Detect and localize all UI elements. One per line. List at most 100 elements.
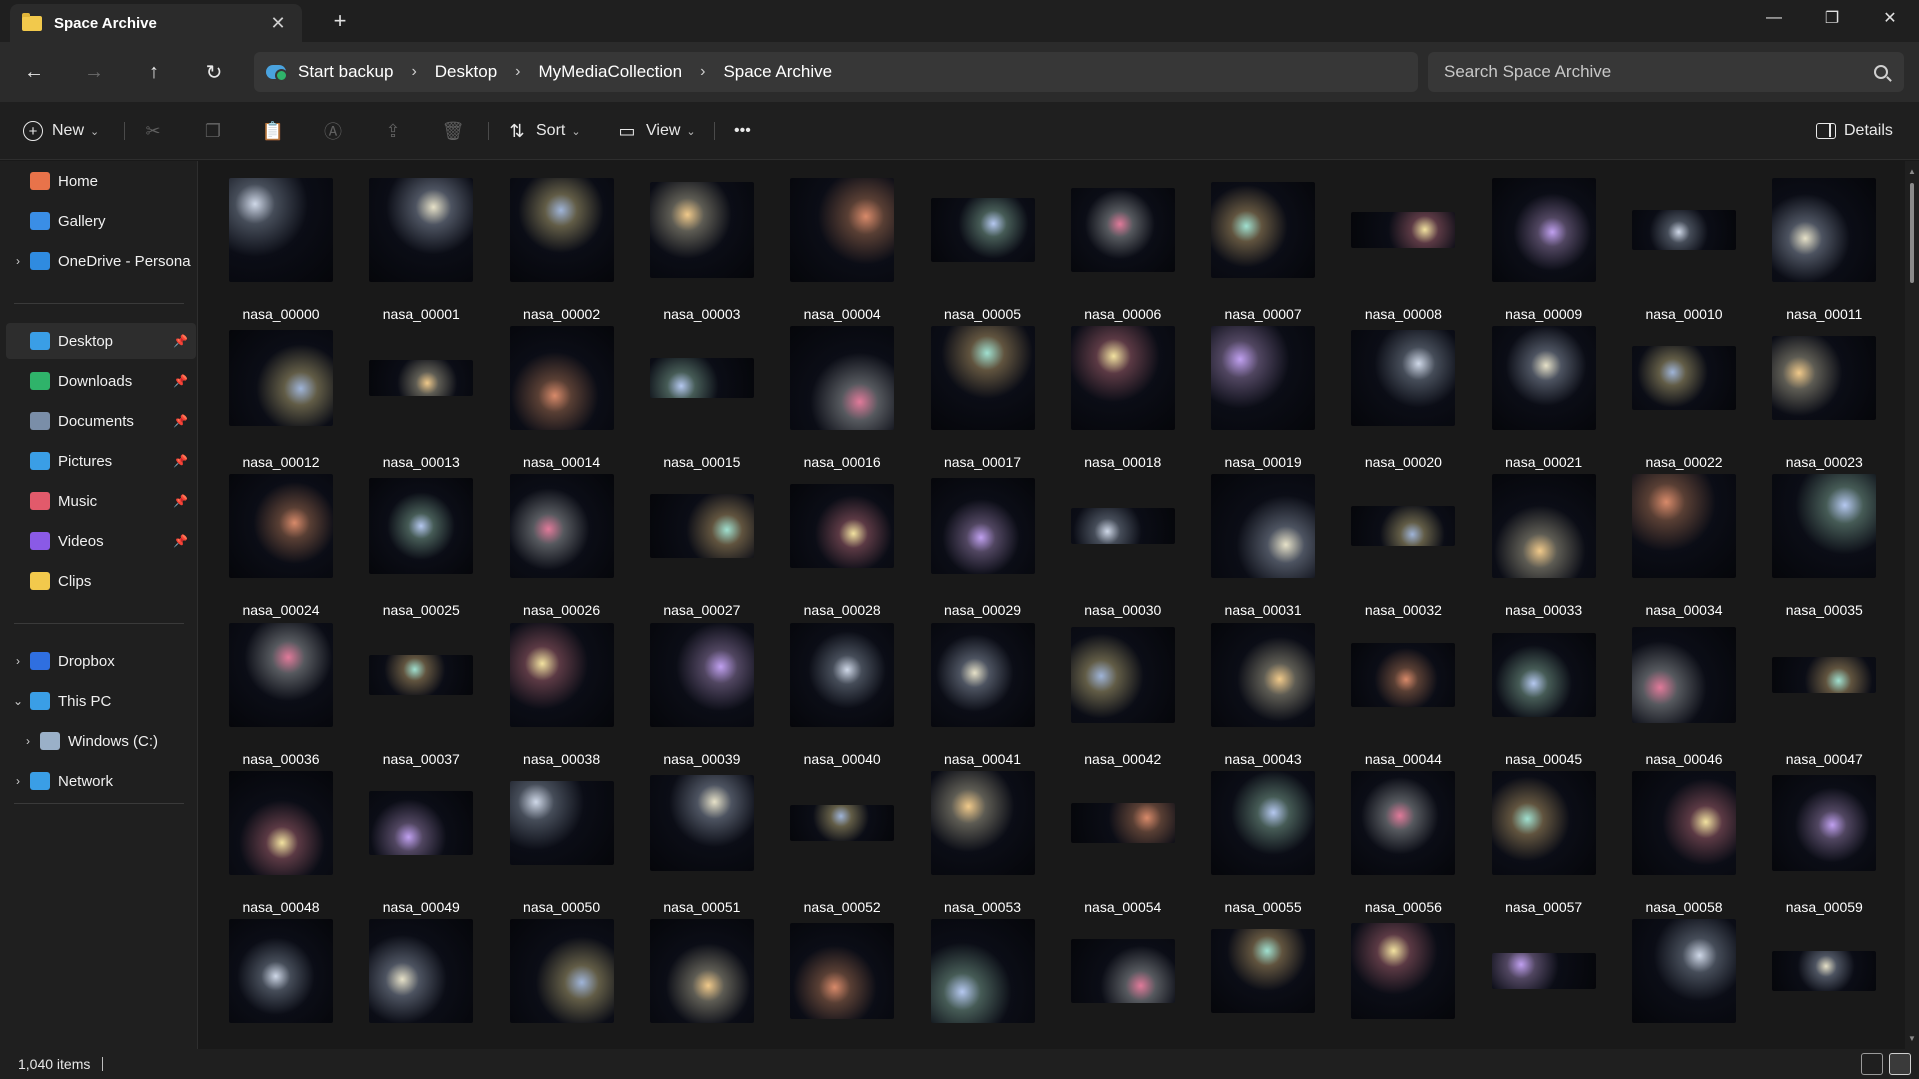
- delete-button[interactable]: 🗑: [442, 115, 472, 147]
- file-item[interactable]: nasa_00002: [492, 175, 632, 323]
- maximize-button[interactable]: ❐: [1803, 0, 1861, 36]
- breadcrumb-separator[interactable]: ›: [690, 63, 715, 81]
- file-item[interactable]: nasa_00071: [1754, 916, 1894, 1049]
- chevron-down-icon[interactable]: ⌄: [6, 694, 30, 708]
- file-item[interactable]: nasa_00059: [1754, 768, 1894, 916]
- sidebar-item-documents[interactable]: Documents 📌: [6, 403, 196, 439]
- back-button[interactable]: ←: [16, 56, 52, 88]
- chevron-right-icon[interactable]: ›: [6, 774, 30, 788]
- address-bar[interactable]: Start backup › Desktop › MyMediaCollecti…: [254, 52, 1418, 92]
- file-item[interactable]: nasa_00016: [772, 323, 912, 471]
- sidebar-item-gallery[interactable]: Gallery: [6, 203, 196, 239]
- file-item[interactable]: nasa_00056: [1333, 768, 1473, 916]
- file-item[interactable]: nasa_00008: [1333, 175, 1473, 323]
- file-item[interactable]: nasa_00042: [1053, 620, 1193, 768]
- file-item[interactable]: nasa_00019: [1193, 323, 1333, 471]
- file-item[interactable]: nasa_00062: [492, 916, 632, 1049]
- file-item[interactable]: nasa_00025: [351, 471, 491, 619]
- chevron-right-icon[interactable]: ›: [6, 254, 30, 268]
- large-icons-view-icon[interactable]: [1889, 1053, 1911, 1075]
- file-item[interactable]: nasa_00029: [913, 471, 1053, 619]
- pin-icon[interactable]: 📌: [173, 454, 188, 468]
- sidebar-item-windows-c[interactable]: › Windows (C:): [16, 723, 206, 759]
- new-tab-button[interactable]: +: [325, 8, 355, 34]
- scroll-up-icon[interactable]: ▲: [1907, 167, 1917, 176]
- file-item[interactable]: nasa_00014: [492, 323, 632, 471]
- file-item[interactable]: nasa_00051: [632, 768, 772, 916]
- file-item[interactable]: nasa_00004: [772, 175, 912, 323]
- file-item[interactable]: nasa_00007: [1193, 175, 1333, 323]
- file-item[interactable]: nasa_00035: [1754, 471, 1894, 619]
- file-item[interactable]: nasa_00070: [1614, 916, 1754, 1049]
- file-item[interactable]: nasa_00067: [1193, 916, 1333, 1049]
- file-item[interactable]: nasa_00044: [1333, 620, 1473, 768]
- file-item[interactable]: nasa_00061: [351, 916, 491, 1049]
- more-options-button[interactable]: •••: [734, 115, 751, 147]
- cut-button[interactable]: ✂: [142, 115, 172, 147]
- file-item[interactable]: nasa_00022: [1614, 323, 1754, 471]
- file-item[interactable]: nasa_00026: [492, 471, 632, 619]
- sidebar-item-network[interactable]: › Network: [6, 763, 196, 799]
- file-item[interactable]: nasa_00039: [632, 620, 772, 768]
- file-item[interactable]: nasa_00032: [1333, 471, 1473, 619]
- scroll-down-icon[interactable]: ▼: [1907, 1034, 1917, 1043]
- search-box[interactable]: Search Space Archive: [1428, 52, 1904, 92]
- file-item[interactable]: nasa_00057: [1474, 768, 1614, 916]
- file-item[interactable]: nasa_00052: [772, 768, 912, 916]
- pin-icon[interactable]: 📌: [173, 374, 188, 388]
- close-window-button[interactable]: ✕: [1861, 0, 1919, 36]
- file-item[interactable]: nasa_00001: [351, 175, 491, 323]
- sidebar-item-home[interactable]: Home: [6, 163, 196, 199]
- sidebar-item-clips[interactable]: Clips: [6, 563, 196, 599]
- share-button[interactable]: ⇪: [382, 115, 412, 147]
- sort-button[interactable]: ⇅ Sort ⌄: [506, 115, 580, 147]
- copy-button[interactable]: ❐: [202, 115, 232, 147]
- file-item[interactable]: nasa_00013: [351, 323, 491, 471]
- pin-icon[interactable]: 📌: [173, 334, 188, 348]
- vertical-scrollbar[interactable]: ▲ ▼: [1905, 161, 1919, 1049]
- breadcrumb-start-backup[interactable]: Start backup: [290, 62, 401, 82]
- file-item[interactable]: nasa_00054: [1053, 768, 1193, 916]
- breadcrumb-separator[interactable]: ›: [505, 63, 530, 81]
- sidebar-item-onedrive-persona[interactable]: › OneDrive - Persona: [6, 243, 196, 279]
- sidebar-item-music[interactable]: Music 📌: [6, 483, 196, 519]
- file-item[interactable]: nasa_00015: [632, 323, 772, 471]
- sidebar-item-videos[interactable]: Videos 📌: [6, 523, 196, 559]
- file-item[interactable]: nasa_00045: [1474, 620, 1614, 768]
- chevron-right-icon[interactable]: ›: [6, 654, 30, 668]
- file-item[interactable]: nasa_00017: [913, 323, 1053, 471]
- file-item[interactable]: nasa_00020: [1333, 323, 1473, 471]
- file-item[interactable]: nasa_00034: [1614, 471, 1754, 619]
- file-item[interactable]: nasa_00055: [1193, 768, 1333, 916]
- file-item[interactable]: nasa_00006: [1053, 175, 1193, 323]
- file-item[interactable]: nasa_00036: [211, 620, 351, 768]
- sidebar-item-desktop[interactable]: Desktop 📌: [6, 323, 196, 359]
- file-item[interactable]: nasa_00040: [772, 620, 912, 768]
- file-item[interactable]: nasa_00003: [632, 175, 772, 323]
- file-item[interactable]: nasa_00021: [1474, 323, 1614, 471]
- view-button[interactable]: ▭ View ⌄: [616, 115, 695, 147]
- file-item[interactable]: nasa_00065: [913, 916, 1053, 1049]
- file-item[interactable]: nasa_00028: [772, 471, 912, 619]
- sidebar-item-pictures[interactable]: Pictures 📌: [6, 443, 196, 479]
- file-item[interactable]: nasa_00041: [913, 620, 1053, 768]
- scrollbar-thumb[interactable]: [1910, 183, 1914, 283]
- pin-icon[interactable]: 📌: [173, 494, 188, 508]
- file-item[interactable]: nasa_00024: [211, 471, 351, 619]
- file-item[interactable]: nasa_00009: [1474, 175, 1614, 323]
- up-button[interactable]: ↑: [136, 56, 172, 88]
- file-item[interactable]: nasa_00038: [492, 620, 632, 768]
- sidebar-item-this-pc[interactable]: ⌄ This PC: [6, 683, 196, 719]
- search-input[interactable]: Search Space Archive: [1444, 62, 1874, 82]
- breadcrumb-space-archive[interactable]: Space Archive: [715, 62, 840, 82]
- details-button[interactable]: Details: [1816, 115, 1893, 147]
- file-item[interactable]: nasa_00043: [1193, 620, 1333, 768]
- tab-space-archive[interactable]: Space Archive ✕: [10, 4, 302, 42]
- file-item[interactable]: nasa_00011: [1754, 175, 1894, 323]
- forward-button[interactable]: →: [76, 56, 112, 88]
- chevron-right-icon[interactable]: ›: [16, 734, 40, 748]
- file-item[interactable]: nasa_00046: [1614, 620, 1754, 768]
- paste-button[interactable]: 📋: [262, 115, 292, 147]
- refresh-button[interactable]: ↻: [196, 56, 232, 88]
- file-item[interactable]: nasa_00012: [211, 323, 351, 471]
